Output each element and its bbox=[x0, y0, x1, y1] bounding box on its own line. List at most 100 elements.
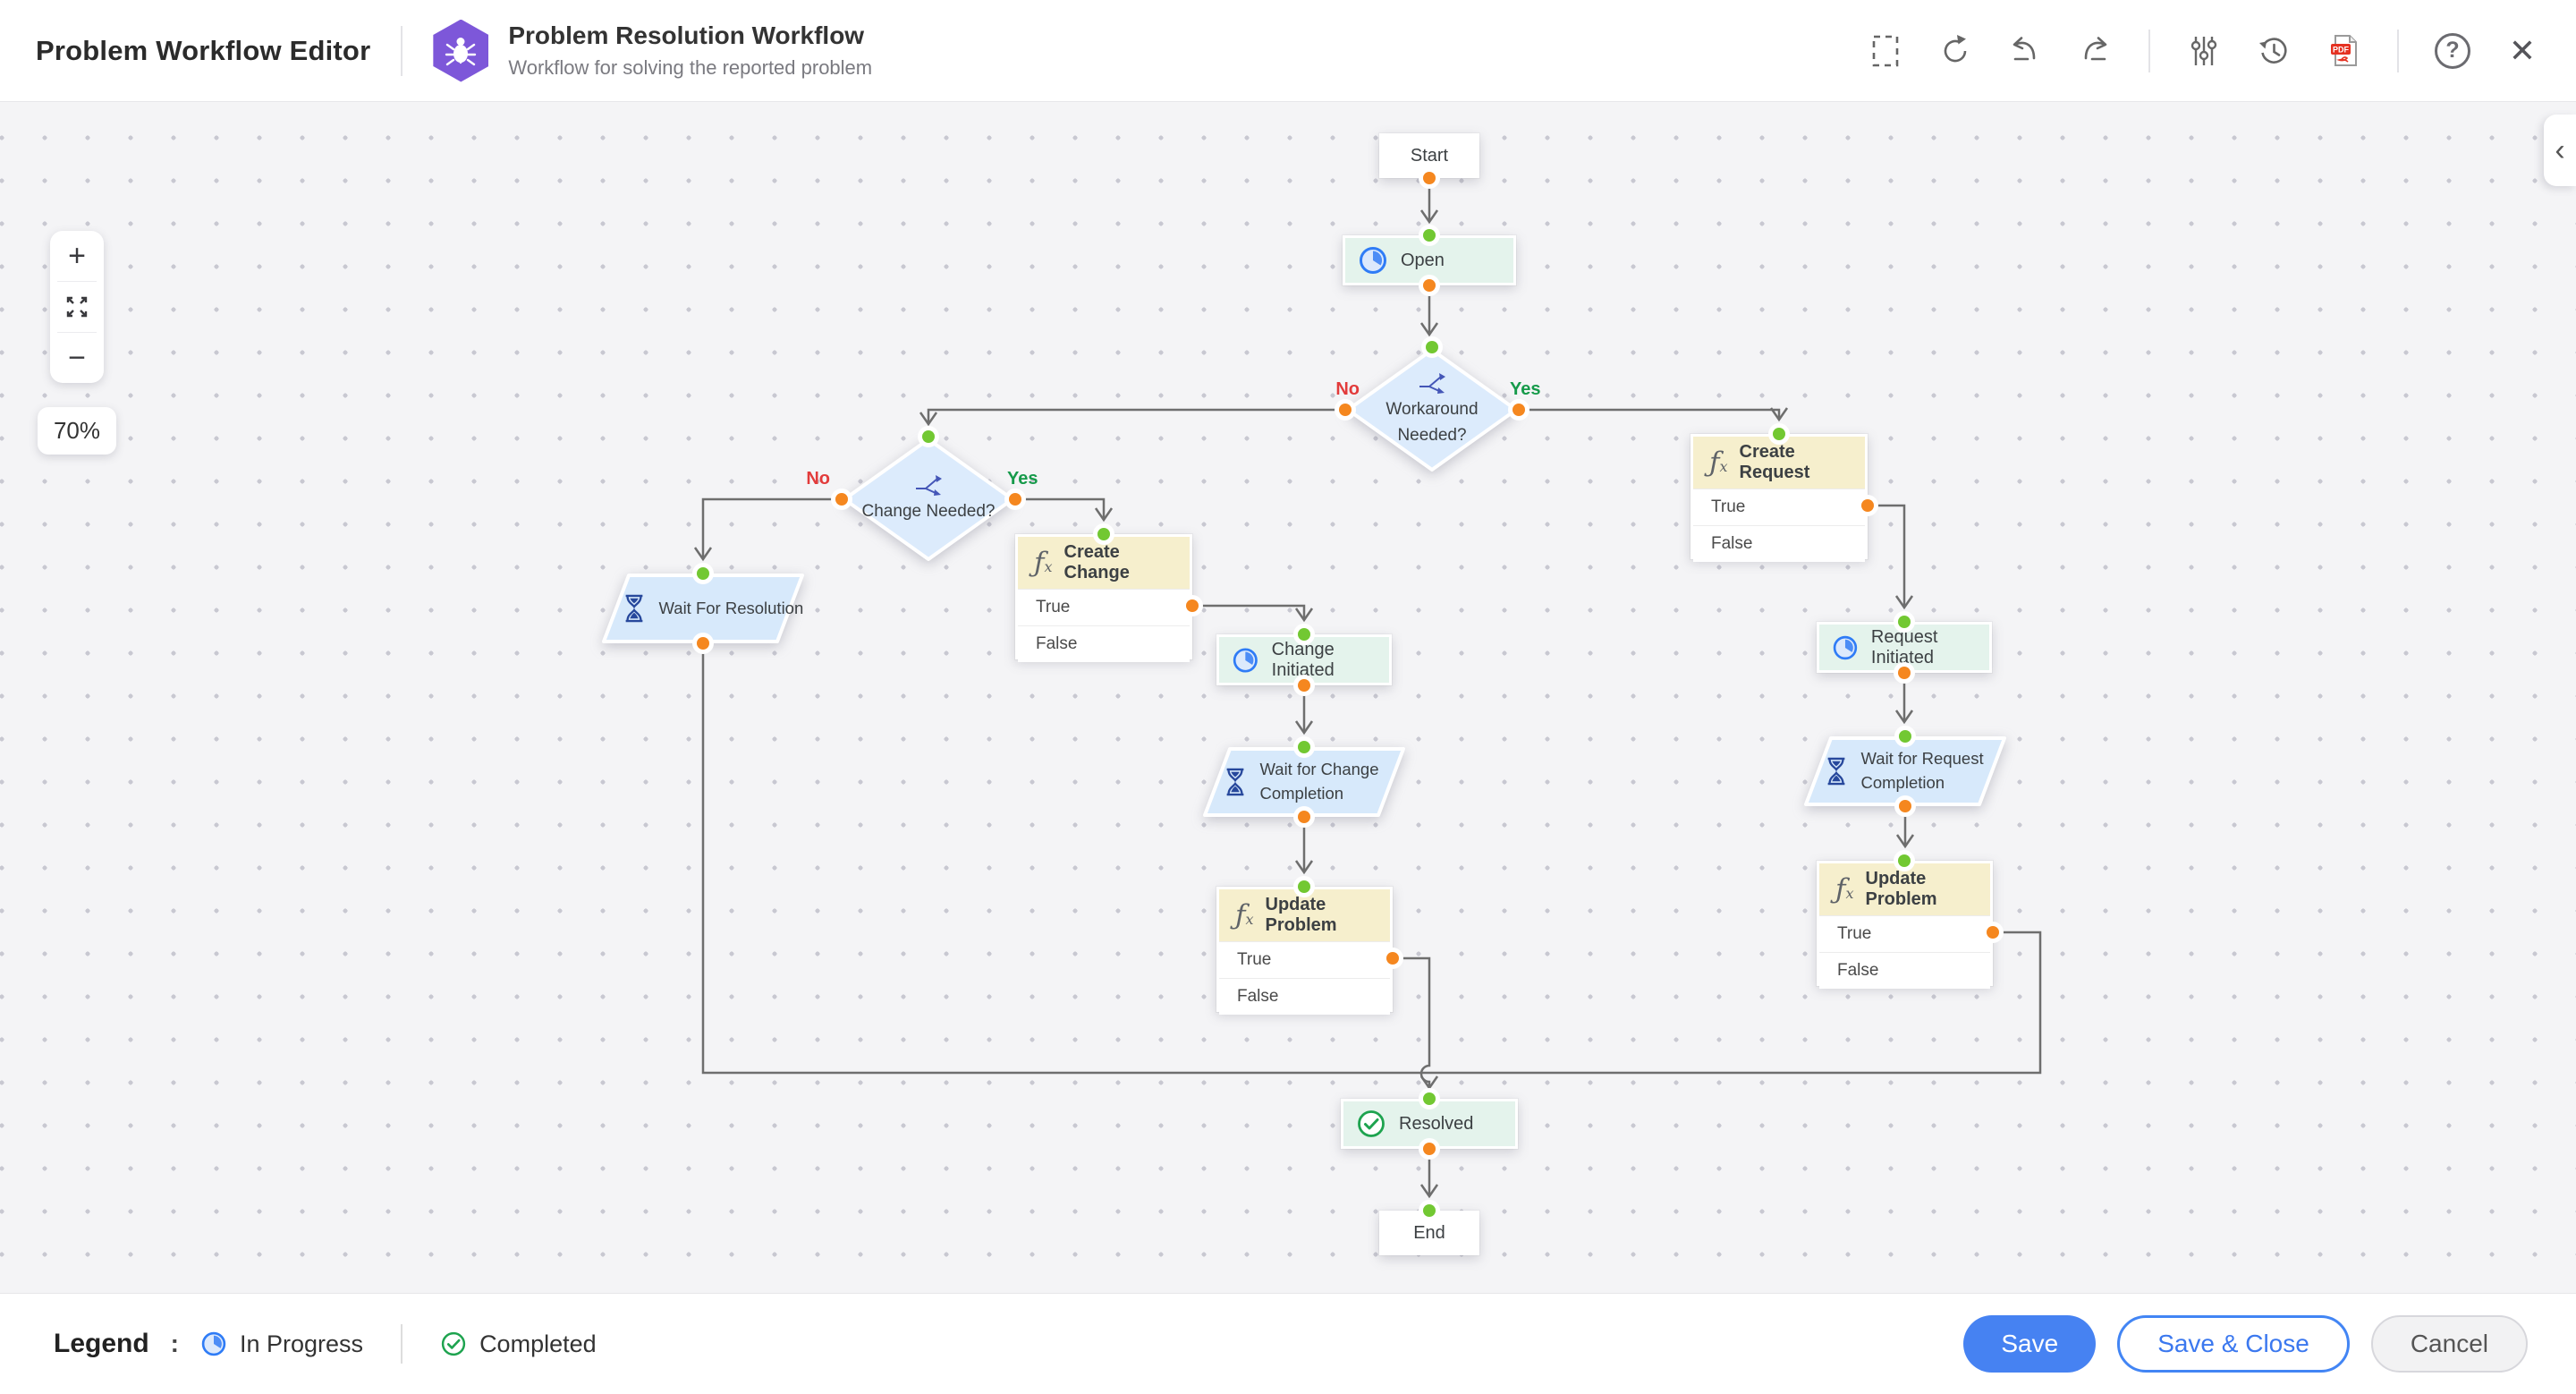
workflow-canvas[interactable]: Start Open Workaround Needed? Change Nee… bbox=[0, 0, 2576, 1394]
create-request-true-row[interactable]: True bbox=[1693, 489, 1865, 525]
node-end[interactable]: End bbox=[1379, 1211, 1479, 1255]
zoom-controls: + − bbox=[50, 231, 104, 383]
hourglass-icon bbox=[1226, 768, 1243, 796]
create-change-true-row[interactable]: True bbox=[1018, 589, 1190, 625]
export-pdf-button[interactable]: PDF bbox=[2322, 30, 2365, 72]
output-port[interactable] bbox=[1861, 499, 1874, 512]
function-icon: ƒx bbox=[1709, 446, 1728, 479]
true-row-label: True bbox=[1237, 950, 1272, 969]
close-button[interactable]: ✕ bbox=[2501, 30, 2544, 72]
output-port[interactable] bbox=[1009, 493, 1021, 506]
input-port[interactable] bbox=[1898, 854, 1911, 867]
create-change-false-row[interactable]: False bbox=[1018, 625, 1190, 662]
node-wait-for-change-completion-label: Wait for Change Completion bbox=[1259, 760, 1379, 803]
output-port[interactable] bbox=[1386, 952, 1399, 965]
false-row-label: False bbox=[1237, 987, 1279, 1006]
sliders-icon bbox=[2190, 36, 2217, 65]
app-title: Problem Workflow Editor bbox=[36, 34, 371, 66]
select-area-button[interactable] bbox=[1864, 30, 1907, 72]
input-port[interactable] bbox=[1298, 880, 1310, 893]
node-wait-for-change-completion[interactable]: Wait for Change Completion bbox=[1203, 747, 1405, 817]
node-update-problem-request[interactable]: ƒx Update Problem True False bbox=[1817, 861, 1993, 989]
input-port[interactable] bbox=[1423, 1092, 1436, 1105]
divider bbox=[2397, 29, 2399, 72]
input-port[interactable] bbox=[1899, 730, 1911, 743]
input-port[interactable] bbox=[1426, 341, 1438, 353]
fit-to-screen-button[interactable] bbox=[50, 282, 104, 332]
node-request-initiated[interactable]: Request Initiated bbox=[1817, 622, 1992, 673]
output-port[interactable] bbox=[1298, 679, 1310, 692]
zoom-out-button[interactable]: − bbox=[50, 333, 104, 383]
node-change-initiated[interactable]: Change Initiated bbox=[1216, 634, 1392, 685]
output-port[interactable] bbox=[1423, 1143, 1436, 1155]
node-create-request-label: Create Request bbox=[1739, 442, 1810, 482]
create-request-false-row[interactable]: False bbox=[1693, 525, 1865, 562]
output-port[interactable] bbox=[1186, 599, 1199, 612]
true-row-label: True bbox=[1837, 924, 1872, 943]
completed-icon bbox=[441, 1331, 466, 1356]
node-workaround-label: Workaround Needed? bbox=[1385, 400, 1479, 445]
output-port[interactable] bbox=[1513, 404, 1525, 416]
update-problem-false-row[interactable]: False bbox=[1819, 952, 1990, 989]
node-update-problem-label: Update Problem bbox=[1865, 869, 1937, 909]
node-update-problem-change[interactable]: ƒx Update Problem True False bbox=[1216, 887, 1393, 1015]
decision-branch-icon bbox=[916, 475, 942, 497]
update-problem-true-row[interactable]: True bbox=[1819, 915, 1990, 952]
update-problem-true-row[interactable]: True bbox=[1219, 941, 1390, 978]
refresh-button[interactable] bbox=[1934, 30, 1977, 72]
redo-button[interactable] bbox=[2073, 30, 2116, 72]
output-port[interactable] bbox=[1423, 172, 1436, 184]
toolbar: PDF ? ✕ bbox=[1864, 29, 2544, 72]
true-row-label: True bbox=[1036, 598, 1071, 616]
in-progress-icon bbox=[1233, 647, 1258, 673]
output-port[interactable] bbox=[1899, 800, 1911, 812]
header-bar: Problem Workflow Editor Problem Resoluti… bbox=[0, 0, 2576, 102]
node-resolved[interactable]: Resolved bbox=[1341, 1099, 1518, 1149]
false-row-label: False bbox=[1036, 634, 1078, 653]
node-create-request[interactable]: ƒx Create Request True False bbox=[1690, 434, 1868, 562]
node-wait-for-resolution[interactable]: Wait For Resolution bbox=[602, 574, 804, 643]
workflow-settings-button[interactable] bbox=[2182, 30, 2225, 72]
input-port[interactable] bbox=[1423, 1204, 1436, 1217]
output-port[interactable] bbox=[697, 637, 709, 650]
cancel-button[interactable]: Cancel bbox=[2370, 1315, 2528, 1373]
history-button[interactable] bbox=[2252, 30, 2295, 72]
help-button[interactable]: ? bbox=[2431, 30, 2474, 72]
branch-label-no: No bbox=[806, 469, 830, 489]
input-port[interactable] bbox=[922, 430, 935, 443]
zoom-in-button[interactable]: + bbox=[50, 231, 104, 281]
update-problem-false-row[interactable]: False bbox=[1219, 978, 1390, 1015]
output-port[interactable] bbox=[1898, 667, 1911, 679]
save-and-close-button[interactable]: Save & Close bbox=[2117, 1315, 2350, 1373]
input-port[interactable] bbox=[1298, 628, 1310, 641]
in-progress-icon bbox=[1833, 635, 1858, 659]
output-port[interactable] bbox=[835, 493, 848, 506]
input-port[interactable] bbox=[1423, 229, 1436, 242]
output-port[interactable] bbox=[1339, 404, 1352, 416]
node-open[interactable]: Open bbox=[1343, 235, 1516, 285]
node-workaround-needed[interactable]: Workaround Needed? bbox=[1345, 347, 1519, 472]
node-wait-for-request-completion[interactable]: Wait for Request Completion bbox=[1804, 736, 2006, 806]
node-change-needed[interactable]: Change Needed? bbox=[842, 437, 1015, 562]
input-port[interactable] bbox=[1097, 528, 1110, 540]
branch-label-yes: Yes bbox=[1510, 379, 1541, 399]
expand-icon bbox=[66, 296, 88, 318]
problem-bug-icon bbox=[433, 19, 489, 82]
legend-title: Legend bbox=[54, 1329, 149, 1358]
output-port[interactable] bbox=[1423, 279, 1436, 292]
input-port[interactable] bbox=[1773, 428, 1785, 440]
input-port[interactable] bbox=[1298, 741, 1310, 753]
chevron-left-icon: ‹ bbox=[2555, 132, 2565, 167]
panel-collapse-tab[interactable]: ‹ bbox=[2544, 115, 2576, 186]
undo-button[interactable] bbox=[2004, 30, 2046, 72]
input-port[interactable] bbox=[1898, 616, 1911, 628]
save-button[interactable]: Save bbox=[1963, 1315, 2097, 1373]
workflow-subtitle: Workflow for solving the reported proble… bbox=[508, 56, 873, 79]
legend-in-progress-label: In Progress bbox=[240, 1330, 364, 1357]
in-progress-icon bbox=[201, 1331, 226, 1356]
output-port[interactable] bbox=[1987, 926, 1999, 939]
node-create-change[interactable]: ƒx Create Change True False bbox=[1015, 534, 1192, 662]
input-port[interactable] bbox=[697, 567, 709, 580]
zoom-level-indicator[interactable]: 70% bbox=[38, 407, 116, 455]
output-port[interactable] bbox=[1298, 811, 1310, 823]
